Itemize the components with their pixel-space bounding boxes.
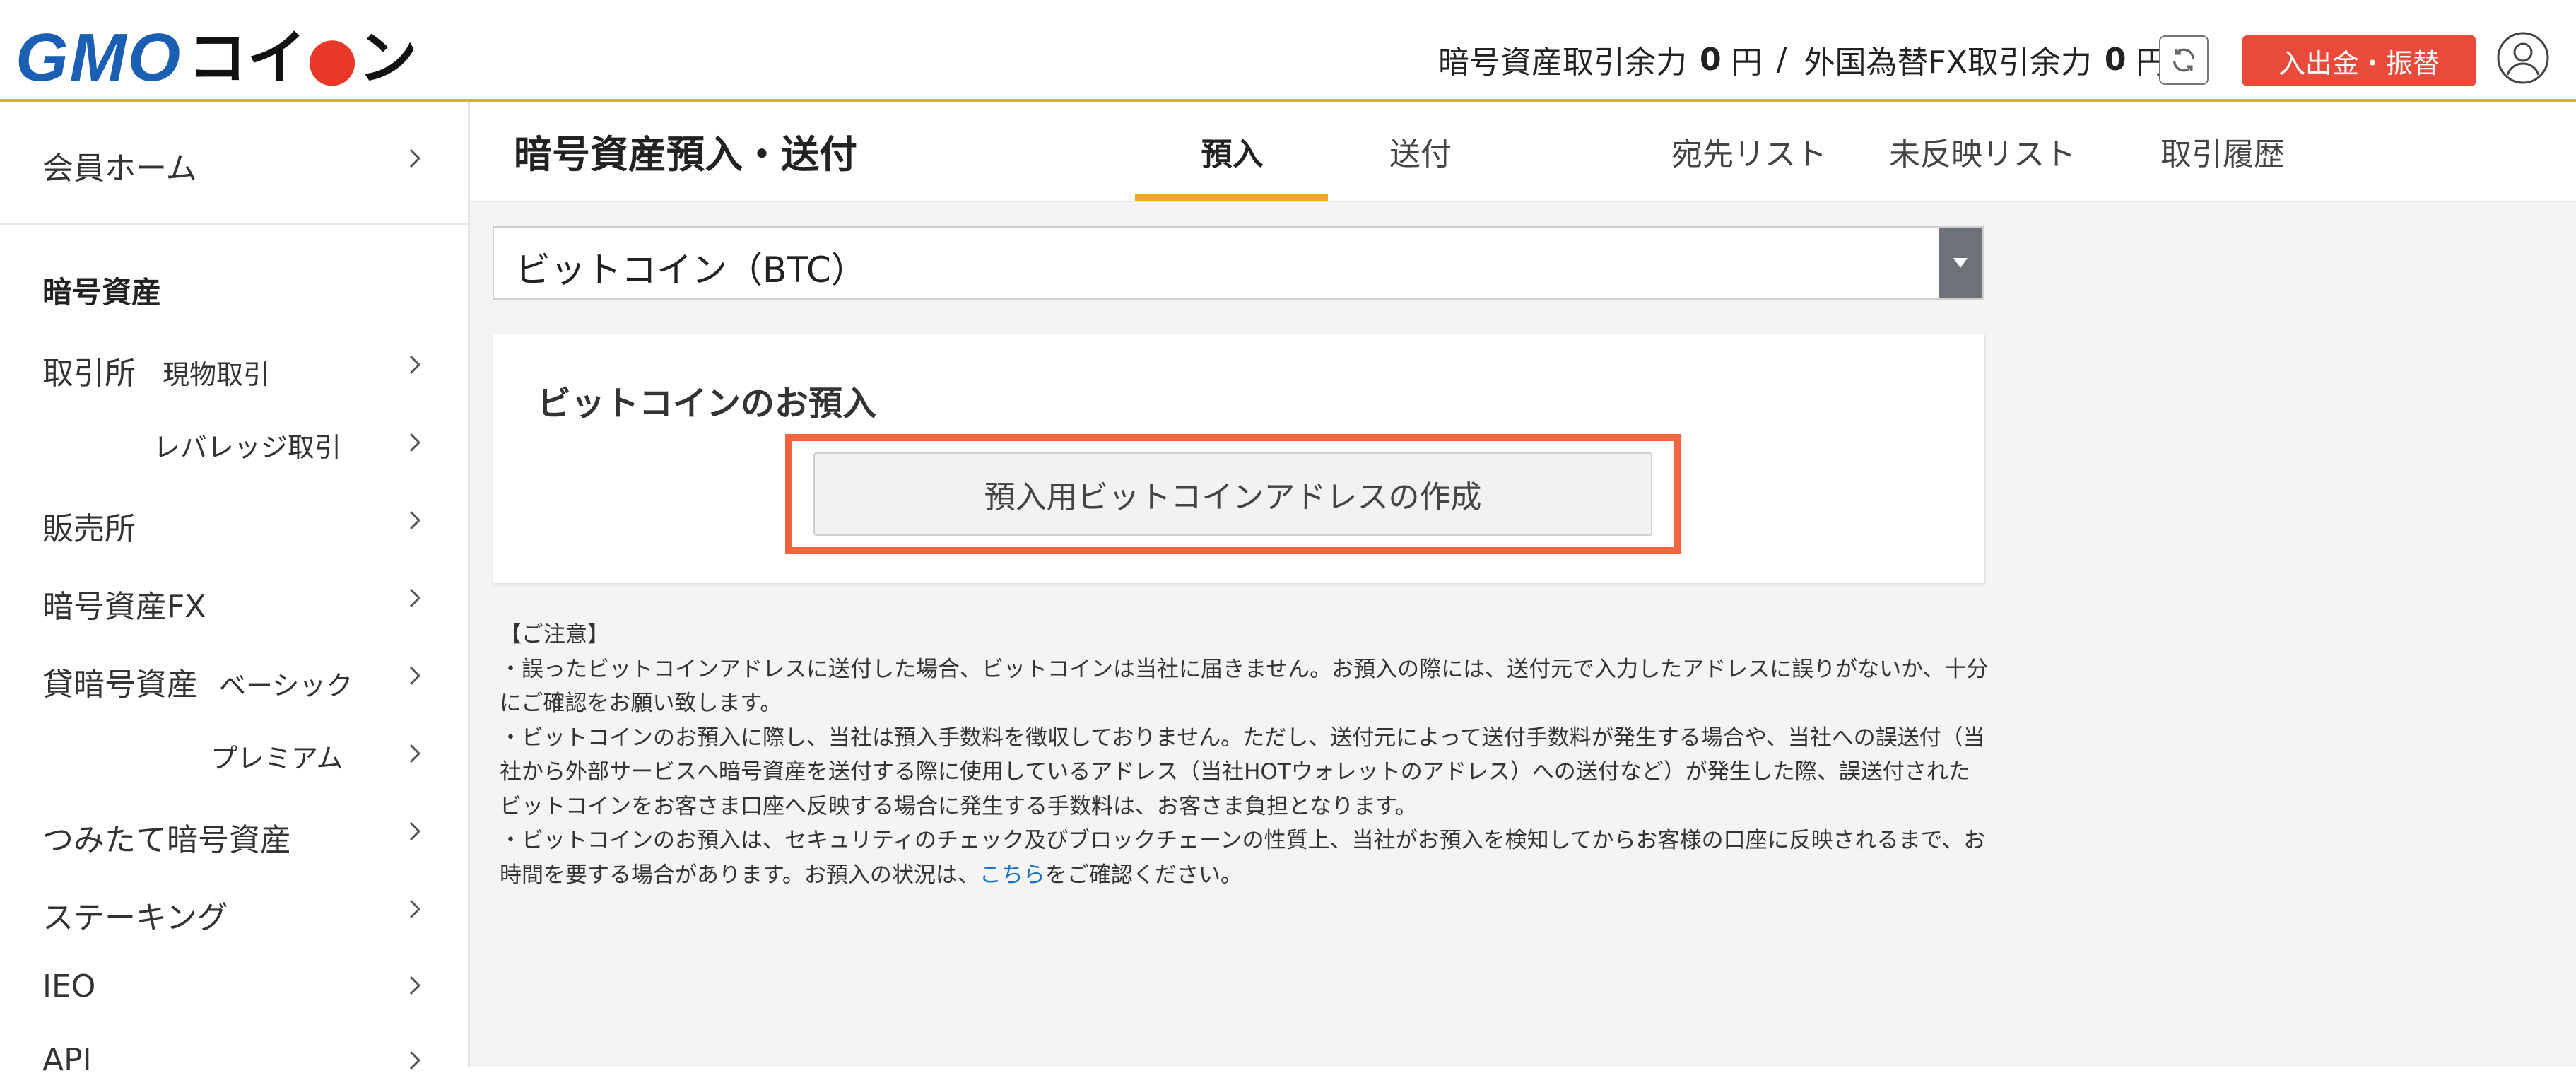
notice-item: ・ビットコインのお預入に際し、当社は預入手数料を徴収しておりません。ただし、送付… xyxy=(500,725,1985,819)
sidebar-item-exchange-spot[interactable]: 取引所 現物取引 xyxy=(42,348,270,393)
chevron-right-icon xyxy=(409,976,421,995)
chevron-right-icon xyxy=(409,148,421,168)
tab-deposit[interactable]: 預入 xyxy=(1160,129,1305,174)
sidebar-item-crypto-fx[interactable]: 暗号資産FX xyxy=(42,581,206,626)
main-content: 暗号資産預入・送付 預入 送付 宛先リスト 未反映リスト 取引履歴 ビットコイン… xyxy=(470,102,2576,1067)
sidebar: 会員ホーム 暗号資産 取引所 現物取引 レバレッジ取引 販売所 暗号資産FX 貸暗… xyxy=(0,102,470,1078)
notice-item: ・誤ったビットコインアドレスに送付した場合、ビットコインは当社に届きません。お預… xyxy=(500,656,1989,717)
dropdown-arrow[interactable] xyxy=(1939,228,1982,298)
sidebar-item-lending-premium[interactable]: プレミアム xyxy=(211,737,343,775)
sidebar-item-sales[interactable]: 販売所 xyxy=(42,503,136,549)
page-title: 暗号資産預入・送付 xyxy=(514,132,857,177)
balance-summary: 暗号資産取引余力 0 円 / 外国為替FX取引余力 0 円 xyxy=(1438,37,2168,82)
sidebar-item-accumulation[interactable]: つみたて暗号資産 xyxy=(42,814,291,860)
sidebar-item-api[interactable]: API xyxy=(42,1042,92,1078)
crypto-balance-value: 0 xyxy=(1700,41,1722,78)
currency-select[interactable]: ビットコイン（BTC） xyxy=(493,226,1984,300)
card-title: ビットコインのお預入 xyxy=(537,384,877,423)
chevron-right-icon xyxy=(409,899,421,919)
deposit-transfer-button[interactable]: 入出金・振替 xyxy=(2242,35,2476,86)
refresh-icon xyxy=(2173,48,2194,72)
chevron-right-icon xyxy=(409,744,421,763)
fx-balance-label: 外国為替FX取引余力 xyxy=(1804,45,2092,81)
crypto-balance-unit: 円 xyxy=(1731,45,1763,81)
tab-bar: 暗号資産預入・送付 預入 送付 宛先リスト 未反映リスト 取引履歴 xyxy=(470,102,2576,202)
chevron-right-icon xyxy=(409,821,421,841)
chevron-right-icon xyxy=(409,1050,421,1070)
tab-send[interactable]: 送付 xyxy=(1378,129,1463,174)
currency-select-value: ビットコイン（BTC） xyxy=(515,250,866,291)
sidebar-section-crypto: 暗号資産 xyxy=(42,275,162,310)
deposit-card: ビットコインのお預入 預入用ビットコインアドレスの作成 xyxy=(493,334,1985,584)
user-account-icon[interactable] xyxy=(2496,31,2550,85)
logo-coin-text: コイ●ン xyxy=(187,23,418,93)
notice-item: ・ビットコインのお預入は、セキュリティのチェック及びブロックチェーンの性質上、当… xyxy=(500,828,1986,888)
sidebar-divider xyxy=(0,223,468,225)
chevron-right-icon xyxy=(409,355,421,375)
sidebar-item-lending-basic[interactable]: 貸暗号資産 ベーシック xyxy=(42,659,353,704)
refresh-button[interactable] xyxy=(2159,35,2209,85)
tab-pending-list[interactable]: 未反映リスト xyxy=(1862,129,2102,174)
tab-history[interactable]: 取引履歴 xyxy=(2124,129,2322,174)
sidebar-item-exchange-leverage[interactable]: レバレッジ取引 xyxy=(153,426,341,464)
sidebar-item-ieo[interactable]: IEO xyxy=(42,968,95,1004)
chevron-right-icon xyxy=(409,588,421,608)
caret-down-icon xyxy=(1953,258,1968,268)
header: GMO コイ●ン 暗号資産取引余力 0 円 / 外国為替FX取引余力 0 円 入… xyxy=(0,0,2576,102)
create-deposit-address-button[interactable]: 預入用ビットコインアドレスの作成 xyxy=(813,452,1652,536)
notice-heading: 【ご注意】 xyxy=(500,622,609,648)
active-tab-indicator xyxy=(1135,194,1328,201)
chevron-right-icon xyxy=(409,666,421,686)
highlight-frame: 預入用ビットコインアドレスの作成 xyxy=(785,434,1681,554)
logo-gmo-text: GMO xyxy=(16,20,182,95)
sidebar-item-staking[interactable]: ステーキング xyxy=(42,892,228,937)
crypto-balance-label: 暗号資産取引余力 xyxy=(1438,45,1687,81)
sidebar-item-member-home[interactable]: 会員ホーム xyxy=(42,143,197,188)
notice-section: 【ご注意】 ・誤ったビットコインアドレスに送付した場合、ビットコインは当社に届き… xyxy=(500,618,1991,892)
tab-address-list[interactable]: 宛先リスト xyxy=(1636,129,1862,174)
status-link[interactable]: こちら xyxy=(980,862,1045,888)
chevron-right-icon xyxy=(409,510,421,530)
chevron-right-icon xyxy=(409,433,421,452)
gmo-coin-logo[interactable]: GMO コイ●ン xyxy=(16,23,418,93)
balance-separator: / xyxy=(1776,41,1787,78)
fx-balance-value: 0 xyxy=(2104,41,2127,78)
